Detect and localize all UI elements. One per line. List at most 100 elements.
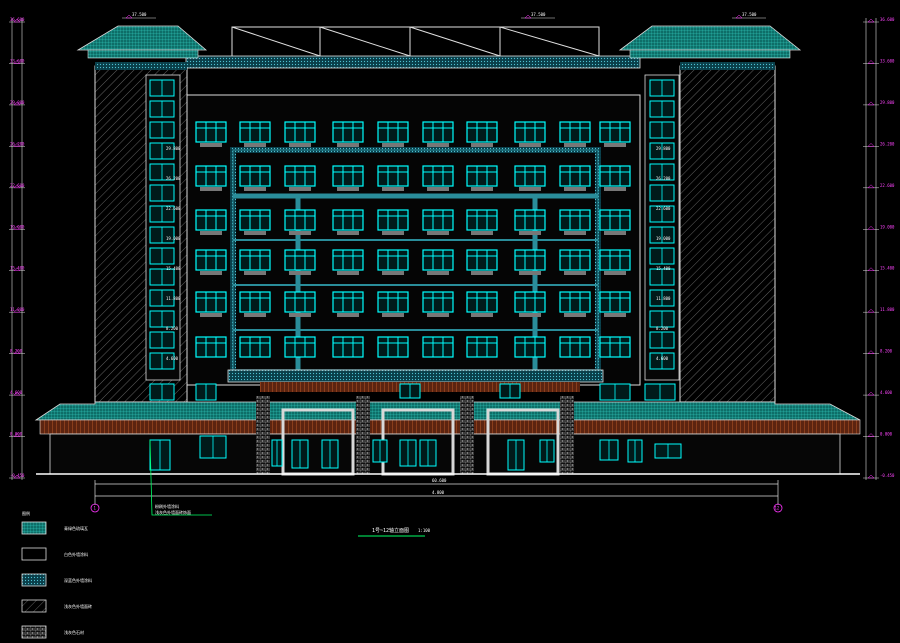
legend-item: 浅灰色外墙面砖 <box>21 599 92 613</box>
elevation-tick-label: 22.600 <box>880 183 895 188</box>
top-elevation-mark: 37.500 <box>732 12 766 19</box>
window <box>195 209 227 235</box>
svg-text:37.500: 37.500 <box>742 12 757 17</box>
podium-opening <box>627 439 643 463</box>
elevation-tick-label: 29.800 <box>10 100 25 105</box>
stair-window <box>649 331 675 349</box>
axis-left-label: 1 <box>94 506 97 511</box>
window <box>195 291 227 317</box>
legend: 图例 青绿色琉璃瓦白色外墙涂料深蓝色外墙涂料浅灰色外墙面砖浅灰色石材 <box>21 510 92 639</box>
elevation-drawing: 36.600 33.600 29.800 26.200 22.600 19.000 15.4… <box>9 12 895 639</box>
podium-opening <box>419 439 437 467</box>
callout-line-2: 浅灰色外墙面砖饰面 <box>155 509 191 515</box>
window <box>599 121 631 147</box>
window <box>422 209 454 235</box>
floor-elevation-label: 22.600 <box>656 206 671 211</box>
window <box>422 249 454 275</box>
elevation-tick-label: 0.000 <box>880 432 893 437</box>
floor-elevation-label: 26.200 <box>656 176 671 181</box>
podium-opening <box>149 439 171 471</box>
elevation-tick-label: 33.600 <box>880 58 895 63</box>
podium-opening <box>539 439 555 463</box>
window <box>559 165 591 191</box>
window <box>422 165 454 191</box>
stair-window <box>649 268 675 286</box>
window <box>377 165 409 191</box>
elevation-tick-label: 8.200 <box>880 349 893 354</box>
floor-elevation-label: 19.000 <box>656 236 671 241</box>
floor-elevation-label: 8.200 <box>656 326 669 331</box>
stair-window <box>649 247 675 265</box>
stair-window <box>149 247 175 265</box>
floor-elevation-label: 29.800 <box>656 146 671 151</box>
floor-elevation-label: 4.600 <box>166 356 179 361</box>
window <box>559 291 591 317</box>
svg-text:37.500: 37.500 <box>132 12 147 17</box>
window <box>422 336 454 358</box>
window <box>195 165 227 191</box>
legend-label: 深蓝色外墙涂料 <box>64 577 92 583</box>
stair-window <box>149 100 175 118</box>
window <box>466 249 498 275</box>
elevation-tick-label: 26.200 <box>10 141 25 146</box>
elevation-tick-label: 8.200 <box>10 349 23 354</box>
floor-elevation-label: 8.200 <box>166 326 179 331</box>
stair-window <box>149 184 175 202</box>
window <box>195 336 227 358</box>
elevation-tick-label: -0.450 <box>880 473 895 478</box>
axis-right-label: 12 <box>775 506 780 511</box>
elevation-tick-label: 22.600 <box>10 183 25 188</box>
floor-elevation-label: 26.200 <box>166 176 181 181</box>
stair-window <box>649 100 675 118</box>
floor-elevation-label: 15.400 <box>166 266 181 271</box>
podium-opening <box>199 435 227 459</box>
window <box>284 121 316 147</box>
window <box>514 209 546 235</box>
elevation-tick-label: 36.600 <box>10 17 25 22</box>
window <box>559 249 591 275</box>
window <box>332 291 364 317</box>
window <box>239 291 271 317</box>
legend-label: 青绿色琉璃瓦 <box>64 525 88 531</box>
window <box>239 209 271 235</box>
elevation-tick-label: 15.400 <box>880 266 895 271</box>
window <box>195 249 227 275</box>
legend-item: 浅灰色石材 <box>21 625 84 639</box>
elevation-tick-label: 15.400 <box>10 266 25 271</box>
legend-heading: 图例 <box>22 510 30 516</box>
podium-opening <box>372 439 388 463</box>
elevation-tick-label: 4.600 <box>880 390 893 395</box>
elevation-tick-label: 4.600 <box>10 390 23 395</box>
legend-swatch <box>21 625 47 639</box>
stair-window <box>649 79 675 97</box>
window <box>377 121 409 147</box>
window <box>377 249 409 275</box>
window <box>332 336 364 358</box>
window <box>422 121 454 147</box>
elevation-tick-label: 19.000 <box>10 224 25 229</box>
window <box>599 165 631 191</box>
stair-window <box>649 121 675 139</box>
window <box>599 336 631 358</box>
window <box>599 291 631 317</box>
window <box>514 121 546 147</box>
drawing-scale: 1:100 <box>418 528 431 533</box>
floor-elevation-label: 4.600 <box>656 356 669 361</box>
window <box>332 209 364 235</box>
window <box>466 291 498 317</box>
window <box>284 291 316 317</box>
window <box>332 165 364 191</box>
podium-opening <box>499 383 521 399</box>
window <box>599 249 631 275</box>
elevation-tick-label: 11.800 <box>880 307 895 312</box>
overall-dim-text: 60.600 <box>432 478 447 483</box>
stair-window <box>149 268 175 286</box>
drawing-title-block: 1号~12轴立面图 1:100 <box>358 527 431 537</box>
podium-opening <box>599 383 631 401</box>
overall-sub-text: 4.800 <box>432 490 445 495</box>
window <box>559 336 591 358</box>
legend-label: 浅灰色石材 <box>64 629 84 635</box>
legend-item: 青绿色琉璃瓦 <box>21 521 88 535</box>
stair-window <box>149 79 175 97</box>
stair-window <box>149 310 175 328</box>
